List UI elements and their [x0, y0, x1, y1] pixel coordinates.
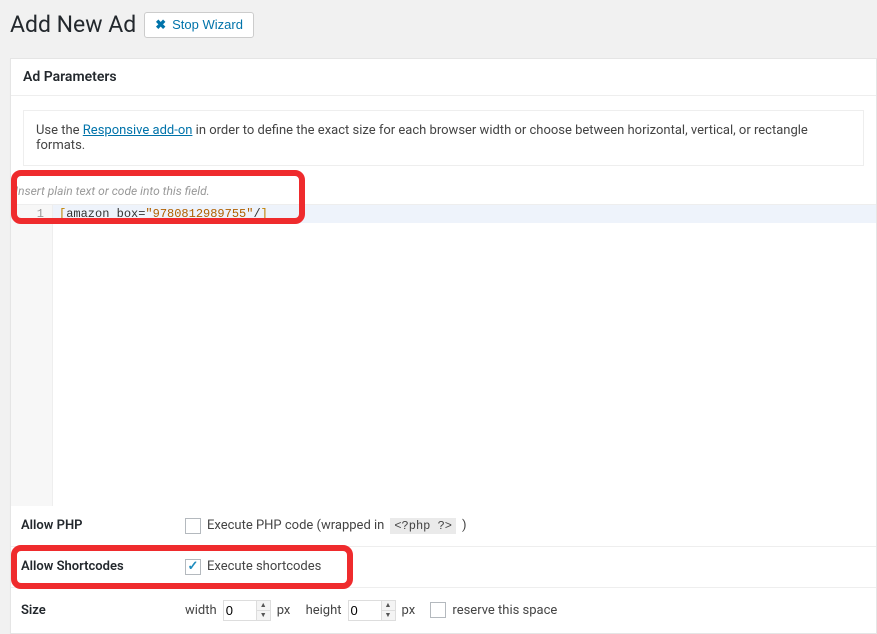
reserve-space-checkbox[interactable] — [430, 602, 446, 618]
responsive-notice: Use the Responsive add-on in order to de… — [23, 110, 864, 166]
allow-php-row: Allow PHP Execute PHP code (wrapped in <… — [11, 506, 876, 546]
stop-wizard-label: Stop Wizard — [172, 17, 243, 32]
code-hint: Insert plain text or code into this fiel… — [11, 184, 876, 204]
chevron-up-icon[interactable]: ▲ — [382, 601, 395, 611]
code-line[interactable]: [amazon box="9780812989755"/] — [53, 205, 876, 223]
width-stepper[interactable]: ▲▼ — [256, 601, 270, 620]
responsive-addon-link[interactable]: Responsive add-on — [83, 123, 193, 138]
close-icon: ✖ — [155, 17, 166, 33]
line-number: 1 — [11, 207, 44, 221]
panel-title: Ad Parameters — [11, 59, 876, 96]
code-lines[interactable]: [amazon box="9780812989755"/] — [53, 205, 876, 506]
allow-shortcodes-label: Allow Shortcodes — [21, 559, 185, 574]
px-label: px — [277, 603, 291, 618]
chevron-down-icon[interactable]: ▼ — [257, 611, 270, 620]
php-code-chip: <?php ?> — [390, 518, 456, 534]
notice-text: Use the — [36, 123, 83, 138]
chevron-up-icon[interactable]: ▲ — [257, 601, 270, 611]
allow-php-label: Allow PHP — [21, 518, 185, 533]
ad-parameters-panel: Ad Parameters Use the Responsive add-on … — [10, 58, 877, 634]
size-row: Size width ▲▼ px height ▲▼ px reserve th… — [11, 588, 876, 633]
stop-wizard-button[interactable]: ✖ Stop Wizard — [144, 12, 254, 38]
size-label: Size — [21, 603, 185, 618]
height-label: height — [306, 603, 342, 618]
allow-shortcodes-row: Allow Shortcodes Execute shortcodes — [11, 547, 876, 587]
px-label: px — [402, 603, 416, 618]
code-editor[interactable]: 1 [amazon box="9780812989755"/] — [11, 204, 876, 506]
reserve-space-label: reserve this space — [452, 603, 557, 618]
allow-php-text: Execute PHP code (wrapped in — [207, 518, 384, 533]
allow-php-checkbox[interactable] — [185, 518, 201, 534]
height-stepper[interactable]: ▲▼ — [381, 601, 395, 620]
allow-shortcodes-text: Execute shortcodes — [207, 559, 321, 574]
editor-gutter: 1 — [11, 205, 53, 506]
allow-php-text-after: ) — [462, 518, 467, 533]
page-title: Add New Ad — [10, 10, 136, 40]
allow-shortcodes-checkbox[interactable] — [185, 559, 201, 575]
chevron-down-icon[interactable]: ▼ — [382, 611, 395, 620]
width-label: width — [185, 603, 217, 618]
